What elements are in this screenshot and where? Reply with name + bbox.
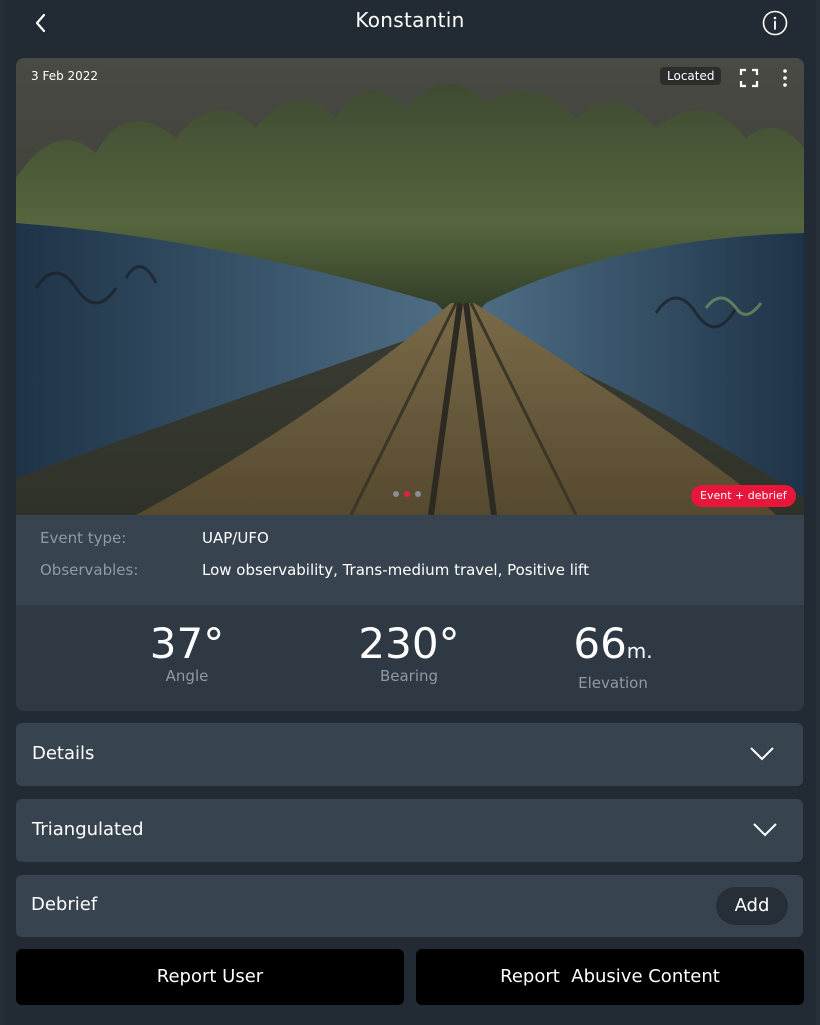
- debrief-label: Debrief: [31, 894, 98, 915]
- angle-stat: 37° Angle: [87, 619, 287, 686]
- carousel-dot[interactable]: [393, 491, 399, 497]
- elevation-value-wrap: 66m.: [513, 621, 713, 674]
- report-user-button[interactable]: Report User: [16, 949, 404, 1005]
- located-badge: Located: [660, 67, 722, 85]
- top-bar: Konstantin: [4, 0, 816, 46]
- elevation-stat: 66m. Elevation: [513, 621, 713, 693]
- elevation-value: 66: [573, 619, 627, 668]
- page-title: Konstantin: [355, 8, 465, 32]
- angle-value: 37°: [149, 619, 225, 668]
- info-button[interactable]: [762, 10, 788, 36]
- bearing-value: 230°: [358, 619, 460, 668]
- bearing-stat: 230° Bearing: [309, 619, 509, 686]
- sighting-photo[interactable]: 3 Feb 2022 Located Event + debrief: [16, 58, 804, 515]
- sighting-card: 3 Feb 2022 Located Event + debrief Event…: [16, 58, 804, 711]
- triangulated-label: Triangulated: [32, 819, 144, 840]
- fullscreen-icon: [739, 68, 759, 88]
- measurement-stats: 37° Angle 230° Bearing 66m. Elevation: [16, 605, 804, 711]
- debrief-section: Debrief Add: [16, 875, 803, 937]
- app-screen: Konstantin 3 Feb 2022 Located Event + de…: [4, 0, 816, 1025]
- report-content-button[interactable]: Report Abusive Content: [416, 949, 804, 1005]
- event-meta: Event type: UAP/UFO Observables: Low obs…: [16, 515, 804, 605]
- event-type-value: UAP/UFO: [202, 529, 269, 547]
- more-vertical-icon: [783, 69, 787, 87]
- carousel-dot[interactable]: [415, 491, 421, 497]
- angle-label: Angle: [165, 667, 209, 685]
- triangulated-section[interactable]: Triangulated: [16, 799, 803, 862]
- photo-image: [16, 58, 804, 515]
- observables-label: Observables:: [40, 561, 139, 579]
- observables-value: Low observability, Trans-medium travel, …: [202, 561, 589, 579]
- details-section[interactable]: Details: [16, 723, 803, 786]
- fullscreen-button[interactable]: [738, 67, 760, 89]
- chevron-down-icon: [753, 823, 777, 837]
- event-debrief-badge: Event + debrief: [691, 485, 796, 507]
- carousel-dot-active[interactable]: [404, 491, 410, 497]
- more-options-button[interactable]: [778, 67, 792, 89]
- chevron-down-icon: [750, 747, 774, 761]
- event-type-label: Event type:: [40, 529, 127, 547]
- photo-date: 3 Feb 2022: [31, 69, 99, 83]
- elevation-label: Elevation: [578, 674, 648, 692]
- details-label: Details: [32, 743, 95, 764]
- add-debrief-button[interactable]: Add: [716, 887, 788, 925]
- bearing-label: Bearing: [379, 667, 439, 685]
- info-circle-icon: [762, 10, 788, 36]
- elevation-unit: m.: [626, 639, 653, 663]
- carousel-dots[interactable]: [393, 491, 421, 497]
